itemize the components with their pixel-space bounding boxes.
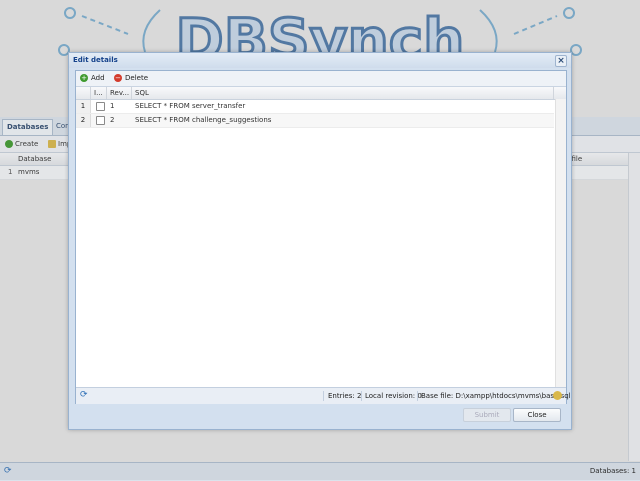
submit-button[interactable]: Submit (463, 408, 511, 422)
add-label: Add (91, 74, 105, 82)
local-revision: Local revision: 0 (365, 392, 422, 400)
table-row[interactable]: 1 1 SELECT * FROM server_transfer (76, 100, 554, 114)
dialog-toolbar: + Add − Delete (76, 71, 566, 87)
delete-label: Delete (125, 74, 148, 82)
row-checkbox[interactable] (96, 102, 105, 111)
column-revision[interactable]: Rev... (110, 87, 129, 99)
dialog-title: Edit details (73, 56, 118, 64)
dialog-statusbar: ⟳ Entries: 2 Local revision: 0 Base file… (76, 387, 571, 404)
grid-scrollbar[interactable] (555, 99, 566, 387)
refresh-icon[interactable]: ⟳ (80, 391, 89, 400)
add-button[interactable]: + Add (80, 73, 105, 84)
minus-icon: − (114, 74, 122, 82)
close-icon[interactable]: × (555, 55, 567, 67)
row-number: 2 (76, 114, 91, 127)
sql-value: SELECT * FROM server_transfer (135, 102, 246, 110)
sql-value: SELECT * FROM challenge_suggestions (135, 116, 272, 124)
row-number: 1 (76, 100, 91, 113)
close-button[interactable]: Close (513, 408, 561, 422)
revisions-grid-header: I... Rev... SQL (76, 87, 566, 100)
row-checkbox[interactable] (96, 116, 105, 125)
column-sql[interactable]: SQL (135, 87, 149, 99)
revision-value: 1 (110, 102, 115, 110)
edit-details-dialog: Edit details × + Add − Delete I... Rev... … (68, 52, 572, 430)
base-file: Base file: D:\xampp\htdocs\mvms\base.sql (421, 392, 571, 400)
table-row[interactable]: 2 2 SELECT * FROM challenge_suggestions (76, 114, 554, 128)
browse-icon[interactable] (553, 391, 562, 400)
plus-icon: + (80, 74, 88, 82)
dialog-body: + Add − Delete I... Rev... SQL 1 1 SELECT … (75, 70, 571, 404)
entries-count: Entries: 2 (328, 392, 362, 400)
dialog-titlebar[interactable]: Edit details × (69, 53, 571, 68)
revision-value: 2 (110, 116, 115, 124)
delete-button[interactable]: − Delete (114, 73, 148, 84)
column-id[interactable]: I... (94, 87, 103, 99)
